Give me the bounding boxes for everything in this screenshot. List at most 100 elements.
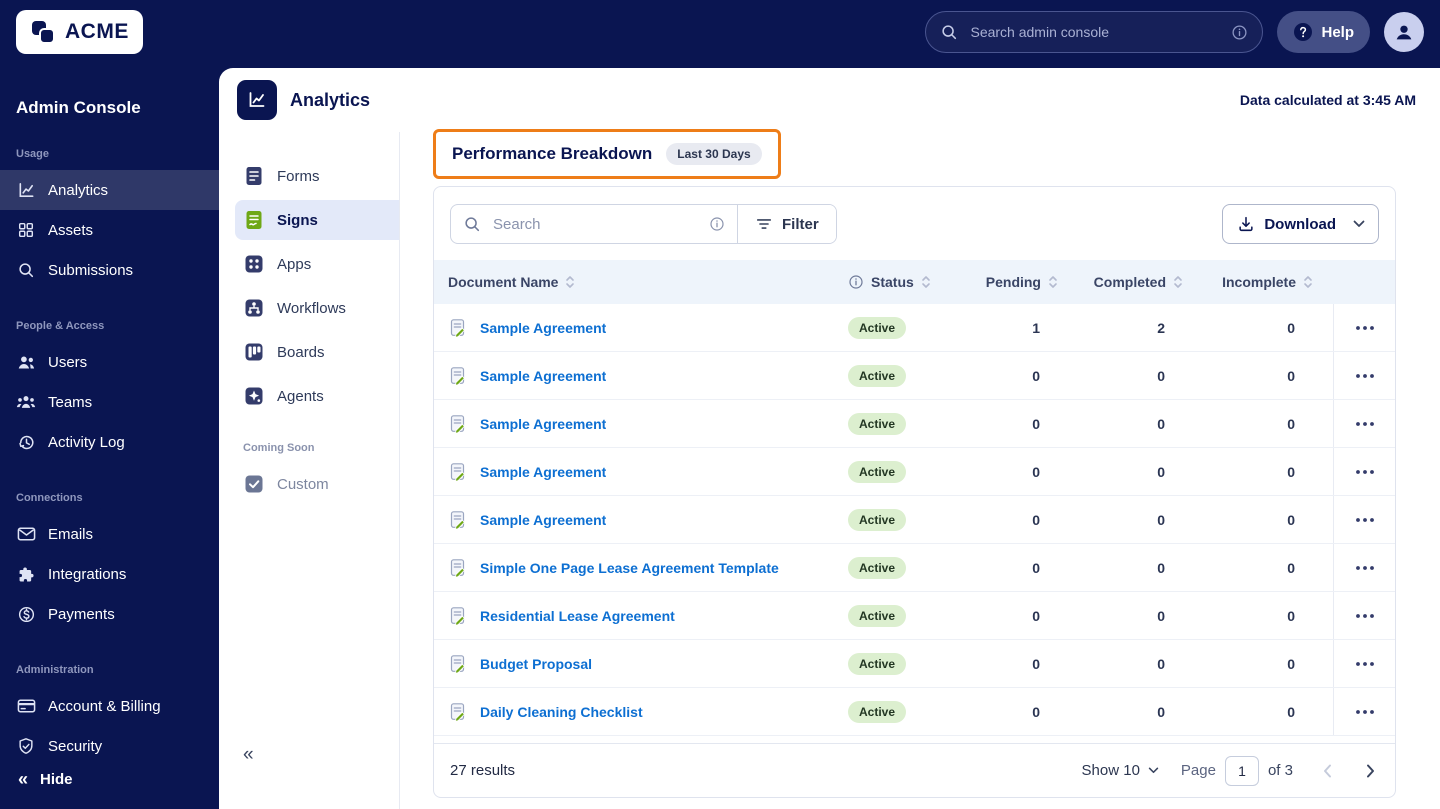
user-avatar[interactable] [1384,12,1424,52]
column-header-label: Completed [1093,274,1166,290]
column-header-completed[interactable]: Completed [1078,274,1203,290]
topbar-right: Help [925,11,1424,53]
info-icon [709,216,725,232]
document-link[interactable]: Budget Proposal [480,656,592,672]
sidebar-item-integrations[interactable]: Integrations [0,554,219,594]
column-header-status[interactable]: Status [828,274,968,290]
document-link[interactable]: Residential Lease Agreement [480,608,675,624]
document-link[interactable]: Sample Agreement [480,512,606,528]
next-page-button[interactable] [1362,760,1379,782]
document-link[interactable]: Sample Agreement [480,320,606,336]
document-icon [448,462,468,482]
status-cell: Active [828,352,968,399]
column-header-incomplete[interactable]: Incomplete [1203,274,1333,290]
status-badge: Active [848,508,907,531]
sort-icon[interactable] [565,275,575,289]
chevron-down-icon [1350,220,1378,228]
subnav-item-workflows[interactable]: Workflows [235,288,399,328]
column-header-pending[interactable]: Pending [968,274,1078,290]
document-name-cell: Budget Proposal [434,640,828,687]
teams-icon [16,392,36,412]
subnav-item-custom[interactable]: Custom [235,464,399,504]
apps-icon [243,253,265,275]
subnav-item-boards[interactable]: Boards [235,332,399,372]
subnav-item-label: Apps [277,255,312,273]
column-header-document-name[interactable]: Document Name [434,274,828,290]
actions-cell [1333,592,1395,639]
table-search-input[interactable] [491,214,699,234]
hide-sidebar-button[interactable]: « Hide [0,759,219,799]
help-button[interactable]: Help [1277,11,1370,53]
sort-icon[interactable] [921,275,931,289]
document-link[interactable]: Sample Agreement [480,368,606,384]
topbar: ACME Help [0,0,1440,64]
custom-icon [243,473,265,495]
sort-icon[interactable] [1173,275,1183,289]
subnav-item-agents[interactable]: Agents [235,376,399,416]
document-link[interactable]: Daily Cleaning Checklist [480,704,643,720]
row-actions-button[interactable] [1347,605,1383,627]
row-actions-button[interactable] [1347,509,1383,531]
previous-page-button[interactable] [1319,760,1336,782]
document-name-cell: Sample Agreement [434,400,828,447]
filter-button[interactable]: Filter [738,205,836,243]
status-badge: Active [848,604,907,627]
completed-cell: 0 [1157,703,1165,720]
row-actions-button[interactable] [1347,317,1383,339]
table-row: Sample Agreement Active 0 0 0 [434,352,1395,400]
row-actions-button[interactable] [1347,653,1383,675]
document-icon [448,414,468,434]
filter-label: Filter [782,215,819,233]
document-name-cell: Sample Agreement [434,304,828,351]
column-header-label: Document Name [448,274,559,290]
document-icon [448,558,468,578]
subnav-item-signs[interactable]: Signs [235,200,399,240]
sidebar-item-teams[interactable]: Teams [0,382,219,422]
document-link[interactable]: Simple One Page Lease Agreement Template [480,560,779,576]
collapse-chevrons-icon: « [18,769,29,789]
sidebar: Admin Console Usage Analytics Assets Submis… [0,64,219,809]
row-actions-button[interactable] [1347,701,1383,723]
incomplete-cell: 0 [1287,367,1295,384]
document-name-cell: Sample Agreement [434,448,828,495]
status-cell: Active [828,304,968,351]
row-actions-button[interactable] [1347,557,1383,579]
sidebar-item-label: Payments [48,605,115,623]
sidebar-item-activity-log[interactable]: Activity Log [0,422,219,462]
sidebar-item-analytics[interactable]: Analytics [0,170,219,210]
table-row: Sample Agreement Active 0 0 0 [434,448,1395,496]
integrations-icon [16,564,36,584]
sidebar-item-account-billing[interactable]: Account & Billing [0,686,219,726]
document-link[interactable]: Sample Agreement [480,464,606,480]
page-input[interactable] [1224,755,1259,786]
sidebar-item-submissions[interactable]: Submissions [0,250,219,290]
pending-cell: 0 [1032,559,1040,576]
table-search[interactable] [451,205,737,243]
sort-icon[interactable] [1303,275,1313,289]
sidebar-item-payments[interactable]: Payments [0,594,219,634]
payments-icon [16,604,36,624]
sidebar-item-emails[interactable]: Emails [0,514,219,554]
row-actions-button[interactable] [1347,461,1383,483]
document-name-cell: Residential Lease Agreement [434,592,828,639]
search-filter-group: Filter [450,204,837,244]
subnav-item-forms[interactable]: Forms [235,156,399,196]
sidebar-item-users[interactable]: Users [0,342,219,382]
subnav-item-apps[interactable]: Apps [235,244,399,284]
column-header-label: Incomplete [1222,274,1296,290]
row-actions-button[interactable] [1347,413,1383,435]
admin-search[interactable] [925,11,1264,53]
row-actions-button[interactable] [1347,365,1383,387]
status-cell: Active [828,592,968,639]
acme-logo[interactable]: ACME [16,10,143,54]
search-icon [463,215,481,233]
sidebar-item-assets[interactable]: Assets [0,210,219,250]
document-link[interactable]: Sample Agreement [480,416,606,432]
pending-cell: 0 [1032,415,1040,432]
admin-search-input[interactable] [968,23,1222,41]
download-button[interactable]: Download [1222,204,1379,244]
collapse-subnav-button[interactable]: « [243,745,254,764]
activity-log-icon [16,432,36,452]
sort-icon[interactable] [1048,275,1058,289]
show-per-page-select[interactable]: Show 10 [1082,762,1159,779]
